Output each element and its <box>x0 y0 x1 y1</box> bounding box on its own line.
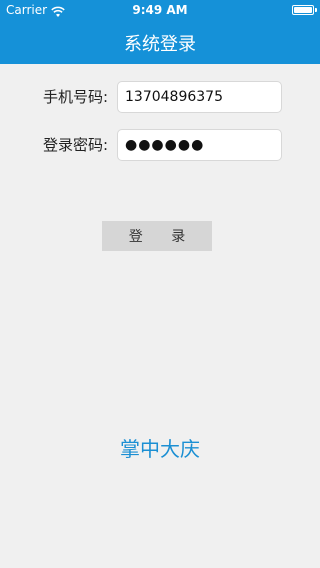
top-bar: Carrier 9:49 AM 系统登录 <box>0 0 320 64</box>
password-row: 登录密码: ●●●●●● <box>0 129 320 161</box>
brand-label: 掌中大庆 <box>120 437 200 461</box>
status-bar: Carrier 9:49 AM <box>0 0 320 20</box>
password-label: 登录密码: <box>42 136 108 154</box>
battery-fill <box>294 7 312 13</box>
status-time: 9:49 AM <box>132 3 188 17</box>
password-input[interactable]: ●●●●●● <box>117 129 282 161</box>
phone-row: 手机号码: 13704896375 <box>0 81 320 113</box>
phone-input[interactable]: 13704896375 <box>117 81 282 113</box>
battery-nub <box>315 8 317 12</box>
login-button[interactable]: 登 录 <box>102 221 212 251</box>
phone-label: 手机号码: <box>42 88 108 106</box>
page-title: 系统登录 <box>124 34 196 55</box>
battery-icon <box>292 5 314 15</box>
